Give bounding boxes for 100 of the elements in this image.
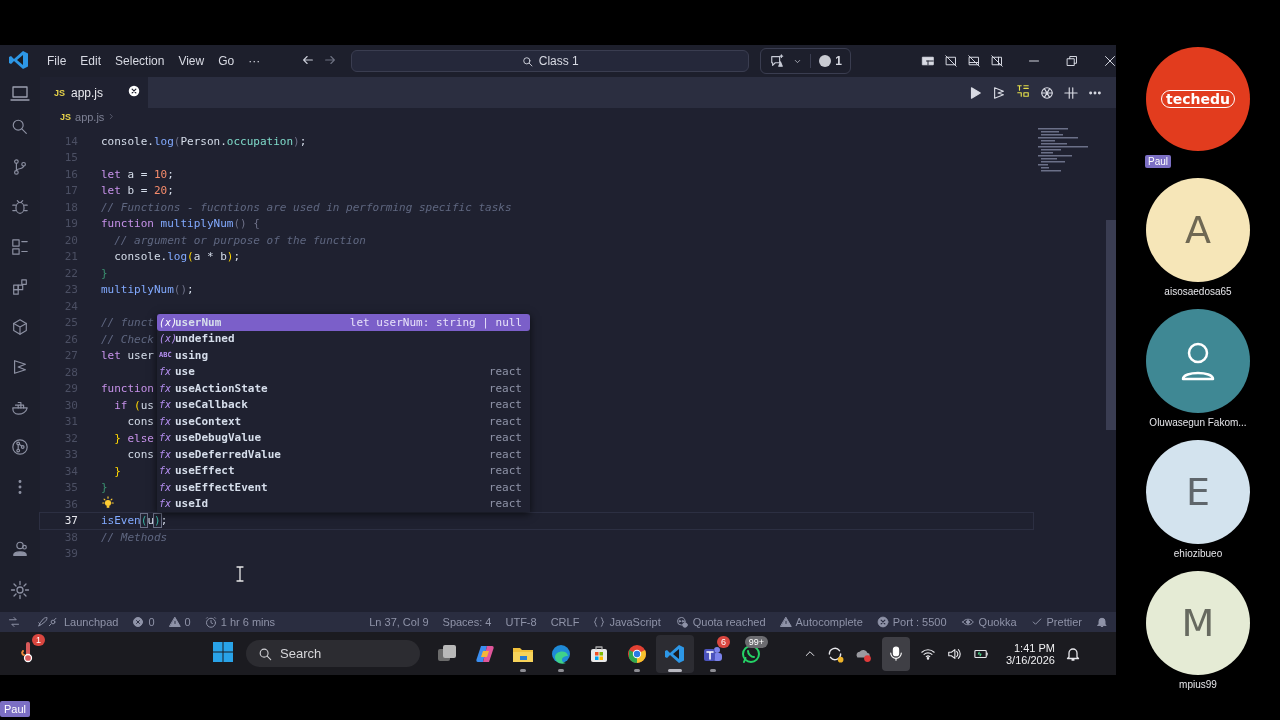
- close-circle-icon: [876, 616, 889, 628]
- bug-icon[interactable]: [10, 198, 30, 216]
- code-line: // Methods: [101, 530, 168, 544]
- code-line: cons: [126, 448, 154, 462]
- code-line: }: [113, 464, 121, 478]
- status-item[interactable]: Autocomplete: [779, 616, 863, 628]
- status-item[interactable]: 1 hr 6 mins: [204, 616, 276, 628]
- code-line: console.log(Person.occupation);: [101, 134, 307, 148]
- status-item[interactable]: CRLF: [550, 616, 580, 628]
- accounts-icon[interactable]: [10, 540, 30, 558]
- menu-item[interactable]: Edit: [73, 50, 109, 72]
- avatar-initial: E: [1186, 470, 1210, 514]
- cube-icon[interactable]: [10, 318, 30, 336]
- remote-explorer-icon[interactable]: [10, 238, 30, 256]
- code-line: let b = 20;: [101, 184, 174, 198]
- breadcrumb-item[interactable]: app.js: [75, 110, 105, 123]
- suggestion-item[interactable]: fx useDeferredValue react: [157, 446, 530, 463]
- suggestion-item[interactable]: fx useEffectEvent react: [157, 479, 530, 496]
- diff-blocks-icon[interactable]: [1016, 83, 1030, 98]
- menu-item[interactable]: View: [171, 50, 212, 72]
- status-item[interactable]: Quota reached: [674, 616, 766, 628]
- code-editor-icon: [8, 48, 30, 71]
- laptop-icon[interactable]: [10, 83, 30, 102]
- menu-item[interactable]: ···: [241, 50, 268, 72]
- status-item[interactable]: 0: [132, 616, 155, 628]
- suggestion-item[interactable]: fx useEffect react: [157, 462, 530, 479]
- layout-icon[interactable]: [921, 55, 935, 67]
- clock[interactable]: 1:41 PM 3/16/2026: [1006, 641, 1055, 666]
- chevron-icon: [108, 112, 116, 121]
- taskbar-app[interactable]: [656, 634, 694, 673]
- suggestion-item[interactable]: fx useContext react: [157, 413, 530, 430]
- git-graph-icon[interactable]: [10, 438, 30, 456]
- avatar-initial: A: [1185, 208, 1211, 252]
- code-line: cons: [126, 415, 154, 429]
- warning-icon: [779, 616, 792, 628]
- close-icon[interactable]: [1104, 55, 1116, 67]
- knot-icon[interactable]: [1040, 85, 1054, 100]
- code-line: if (us: [113, 398, 154, 412]
- code-line: function: [101, 382, 154, 396]
- person-icon: [1180, 341, 1216, 381]
- participant-name: aisosaedosa65: [1164, 286, 1232, 297]
- search-field[interactable]: Search: [246, 640, 420, 667]
- menu-item[interactable]: Go: [211, 50, 242, 72]
- error-icon: [132, 616, 145, 628]
- text-cursor-icon: [235, 566, 245, 582]
- microphone-button[interactable]: [882, 636, 910, 671]
- ribbon-icon[interactable]: [992, 85, 1006, 100]
- scrollbar[interactable]: [1106, 220, 1116, 430]
- suggestion-item[interactable]: (x)undefined: [157, 330, 530, 347]
- restore-icon[interactable]: [1066, 55, 1078, 67]
- check-icon: [1030, 616, 1043, 628]
- editor-tab[interactable]: JS app.js: [40, 77, 148, 108]
- code-line: isEven(u);: [101, 514, 168, 528]
- taskbar-app[interactable]: 6: [694, 634, 732, 673]
- sidebar-off-icon[interactable]: [944, 55, 958, 67]
- suggestion-item[interactable]: fx useCallback react: [157, 396, 530, 413]
- suggestion-item[interactable]: fx use react: [157, 363, 530, 380]
- status-item[interactable]: Spaces: 4: [442, 616, 492, 628]
- secondary-sidebar-off-icon[interactable]: [990, 55, 1004, 67]
- extensions-icon[interactable]: [10, 278, 30, 296]
- settings-icon[interactable]: [10, 580, 30, 600]
- status-item[interactable]: 0: [168, 616, 191, 628]
- notification-bell-icon[interactable]: [1064, 645, 1081, 662]
- code-editor-icon: [664, 642, 686, 665]
- command-center[interactable]: Class 1: [351, 50, 750, 72]
- status-item[interactable]: Port : 5500: [876, 616, 947, 628]
- chat-sparkle-icon[interactable]: [769, 54, 786, 68]
- panel-off-icon[interactable]: [967, 55, 981, 67]
- start-icon[interactable]: [212, 640, 234, 663]
- suggestion-item[interactable]: fx useDebugValue react: [157, 429, 530, 446]
- status-item[interactable]: Quokka: [960, 616, 1017, 628]
- code-line: } else: [113, 431, 154, 445]
- status-item[interactable]: JavaScript: [593, 616, 661, 628]
- participant-name: ehiozibueo: [1173, 548, 1223, 559]
- status-item[interactable]: Launchpad: [34, 616, 119, 628]
- search-icon[interactable]: [10, 118, 30, 136]
- close-icon[interactable]: [128, 85, 140, 97]
- bell-icon[interactable]: [1096, 616, 1108, 628]
- notification-badge: 1: [32, 633, 45, 646]
- presenter-tag: Paul: [0, 701, 31, 717]
- taskbar-app[interactable]: 99+: [732, 634, 770, 673]
- play-icon[interactable]: [968, 85, 982, 100]
- accounts-button[interactable]: 1: [810, 54, 842, 68]
- status-item[interactable]: Ln 37, Col 9: [369, 616, 429, 628]
- wifi-icon[interactable]: [920, 646, 936, 661]
- remote-icon[interactable]: [8, 616, 20, 628]
- code-line: // funct: [101, 316, 154, 330]
- status-item[interactable]: UTF-8: [505, 616, 537, 628]
- volume-icon[interactable]: [946, 646, 962, 661]
- split-handle-icon[interactable]: [1064, 85, 1078, 100]
- menu-item[interactable]: Selection: [108, 50, 172, 72]
- code-line: }: [101, 266, 108, 280]
- suggestion-item[interactable]: (x)userNum let userNum: string | null: [157, 314, 530, 331]
- menu-item[interactable]: File: [40, 50, 74, 72]
- avatar-initial: M: [1181, 601, 1215, 645]
- suggestion-item[interactable]: fx useId react: [157, 495, 530, 512]
- status-item[interactable]: Prettier: [1030, 616, 1082, 628]
- warning-icon: [168, 616, 181, 628]
- lightbulb-icon[interactable]: [101, 495, 115, 510]
- suggestion-item[interactable]: fx useActionState react: [157, 380, 530, 397]
